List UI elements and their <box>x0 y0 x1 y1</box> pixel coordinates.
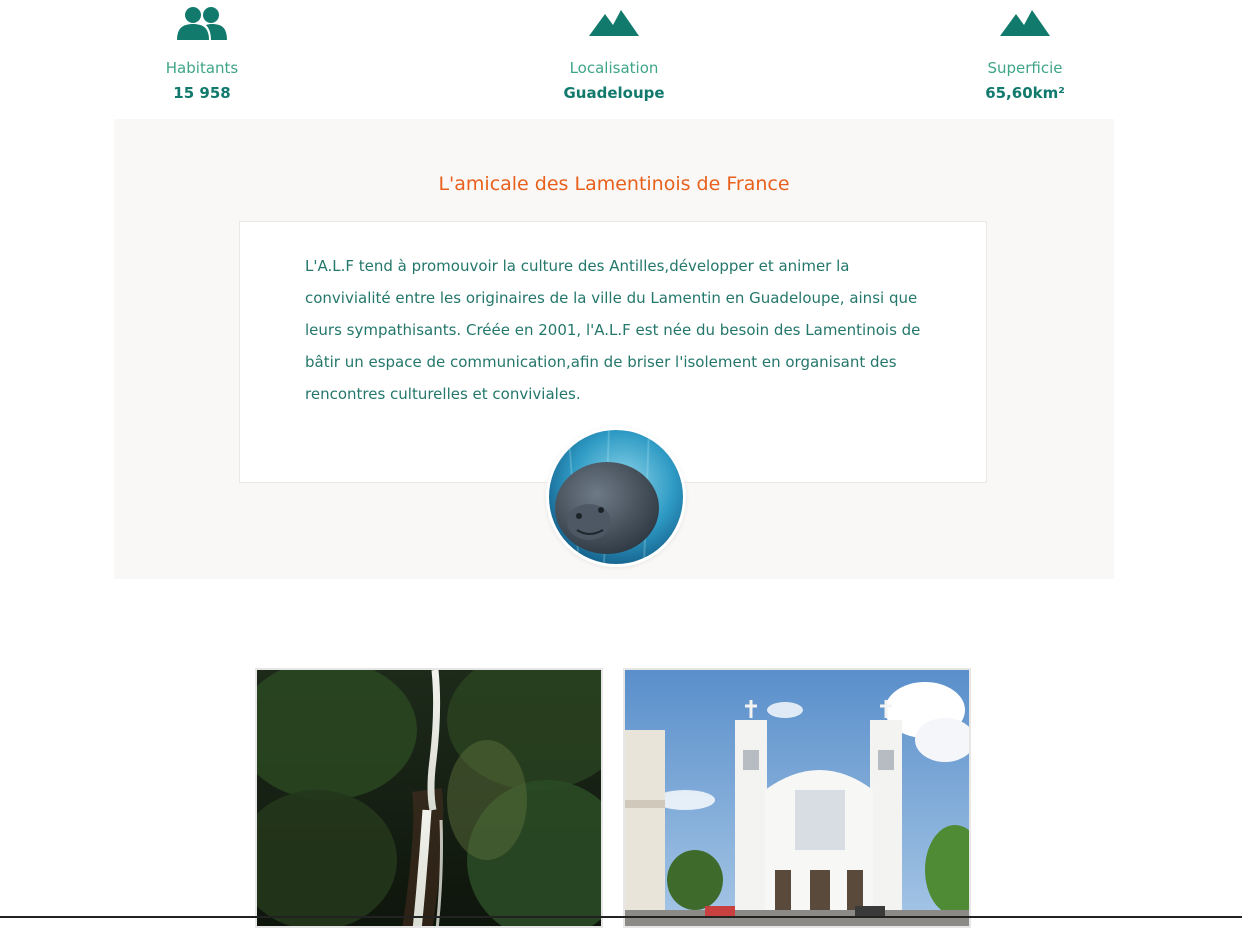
about-section: L'amicale des Lamentinois de France L'A.… <box>114 119 1114 579</box>
stat-label: Localisation <box>569 59 659 77</box>
about-text: L'A.L.F tend à promouvoir la culture des… <box>305 257 921 403</box>
mountain-icon <box>999 6 1051 42</box>
about-title: L'amicale des Lamentinois de France <box>438 173 790 195</box>
stat-label: Superficie <box>987 59 1063 77</box>
manatee-avatar-image <box>546 427 686 567</box>
stat-value: 15 958 <box>173 84 231 102</box>
waterfall-photo <box>255 668 603 928</box>
mountain-icon <box>588 6 640 42</box>
people-icon <box>176 6 228 44</box>
church-photo <box>623 668 971 928</box>
stat-value: 65,60km² <box>985 84 1065 102</box>
stat-value: Guadeloupe <box>563 84 665 102</box>
stat-label: Habitants <box>165 59 239 77</box>
